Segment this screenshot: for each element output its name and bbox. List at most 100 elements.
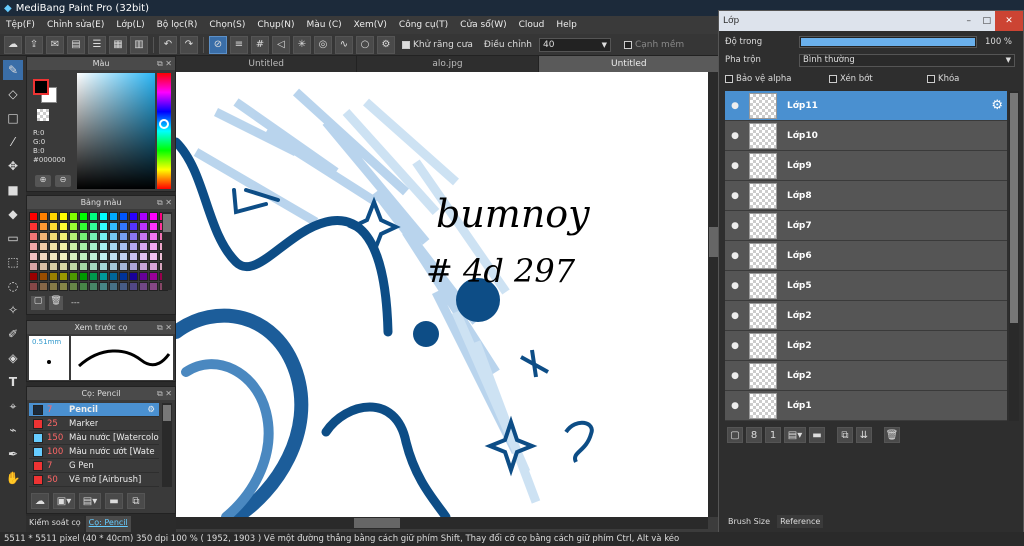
tab-brush-pencil[interactable]: Cọ: Pencil bbox=[85, 516, 131, 532]
lasso-tool-icon[interactable]: ◌ bbox=[3, 276, 23, 296]
palette-swatch[interactable] bbox=[59, 282, 68, 291]
palette-swatch[interactable] bbox=[39, 252, 48, 261]
color-sv-picker[interactable] bbox=[77, 73, 155, 189]
layer-row[interactable]: ● Lớp7 bbox=[725, 211, 1007, 241]
palette-swatch[interactable] bbox=[119, 242, 128, 251]
tab-brush-size[interactable]: Brush Size bbox=[725, 515, 774, 528]
palette-swatch[interactable] bbox=[149, 282, 158, 291]
palette-swatch[interactable] bbox=[99, 282, 108, 291]
tab-reference[interactable]: Reference bbox=[777, 515, 824, 528]
palette-swatch[interactable] bbox=[109, 242, 118, 251]
palette-swatch[interactable] bbox=[149, 272, 158, 281]
palette-swatch[interactable] bbox=[59, 262, 68, 271]
move-tool-icon[interactable]: ✥ bbox=[3, 156, 23, 176]
menu-color[interactable]: Màu (C) bbox=[307, 20, 342, 30]
palette-swatch[interactable] bbox=[129, 212, 138, 221]
eraser-tool-icon[interactable]: ◇ bbox=[3, 84, 23, 104]
text-tool-icon[interactable]: T bbox=[3, 372, 23, 392]
dot-tool-icon[interactable]: ⁄ bbox=[3, 132, 23, 152]
palette-swatch[interactable] bbox=[139, 232, 148, 241]
layer-row[interactable]: ● Lớp1 bbox=[725, 391, 1007, 421]
palette-swatch[interactable] bbox=[99, 222, 108, 231]
new-8bit-layer-icon[interactable]: 8 bbox=[746, 427, 762, 443]
menu-tools[interactable]: Công cụ(T) bbox=[399, 20, 448, 30]
palette-swatch[interactable] bbox=[129, 272, 138, 281]
undo-icon[interactable]: ↶ bbox=[159, 35, 177, 54]
palette-swatch[interactable] bbox=[79, 262, 88, 271]
palette-swatch[interactable] bbox=[89, 232, 98, 241]
palette-swatch[interactable] bbox=[39, 232, 48, 241]
gradient-tool-icon[interactable]: ▭ bbox=[3, 228, 23, 248]
panel-close-icon[interactable]: ⧉ ✕ bbox=[157, 387, 172, 400]
palette-swatch[interactable] bbox=[59, 252, 68, 261]
palette-swatch[interactable] bbox=[139, 262, 148, 271]
palette-swatch[interactable] bbox=[109, 232, 118, 241]
palette-swatch[interactable] bbox=[59, 232, 68, 241]
palette-swatch[interactable] bbox=[49, 222, 58, 231]
palette-swatch[interactable] bbox=[69, 232, 78, 241]
palette-swatch[interactable] bbox=[59, 222, 68, 231]
window-maximize-icon[interactable]: □ bbox=[982, 11, 991, 31]
delete-layer-icon[interactable]: 🗑 bbox=[884, 427, 900, 443]
list-icon[interactable]: ☰ bbox=[88, 35, 106, 54]
palette-swatch[interactable] bbox=[129, 222, 138, 231]
visibility-eye-icon[interactable]: ● bbox=[725, 251, 745, 261]
visibility-eye-icon[interactable]: ● bbox=[725, 401, 745, 411]
palette-swatch[interactable] bbox=[119, 232, 128, 241]
snap-curve-icon[interactable]: ∿ bbox=[335, 35, 353, 54]
gear-icon[interactable]: ⚙ bbox=[147, 405, 155, 415]
visibility-eye-icon[interactable]: ● bbox=[725, 131, 745, 141]
palette-swatch[interactable] bbox=[69, 272, 78, 281]
palette-swatch[interactable] bbox=[149, 222, 158, 231]
brush-item[interactable]: 50 Vẽ mờ [Airbrush] bbox=[29, 473, 159, 487]
gear-icon[interactable]: ⚙ bbox=[991, 98, 1003, 113]
panel-close-icon[interactable]: ⧉ ✕ bbox=[157, 57, 172, 70]
palette-swatch[interactable] bbox=[129, 262, 138, 271]
share-icon[interactable]: ⇪ bbox=[25, 35, 43, 54]
layer-row[interactable]: ● Lớp10 bbox=[725, 121, 1007, 151]
fill-rect-tool-icon[interactable]: ■ bbox=[3, 180, 23, 200]
snap-grid-icon[interactable]: # bbox=[251, 35, 269, 54]
palette-swatch[interactable] bbox=[79, 222, 88, 231]
palette-swatch[interactable] bbox=[39, 212, 48, 221]
new-layer-icon[interactable]: ▢ bbox=[727, 427, 743, 443]
panel-close-icon[interactable]: ⧉ ✕ bbox=[157, 321, 172, 334]
palette-swatch[interactable] bbox=[69, 262, 78, 271]
palette-swatch[interactable] bbox=[119, 282, 128, 291]
palette-swatch[interactable] bbox=[149, 242, 158, 251]
menu-filter[interactable]: Bộ lọc(R) bbox=[157, 20, 198, 30]
palette-swatch[interactable] bbox=[149, 212, 158, 221]
palette-swatch[interactable] bbox=[99, 242, 108, 251]
palette-swatch[interactable] bbox=[49, 282, 58, 291]
palette-swatch[interactable] bbox=[89, 222, 98, 231]
snap-radial-icon[interactable]: ✳ bbox=[293, 35, 311, 54]
brush-list-scrollbar[interactable] bbox=[162, 403, 172, 487]
palette-swatch[interactable] bbox=[39, 262, 48, 271]
palette-swatch[interactable] bbox=[149, 232, 158, 241]
window-minimize-icon[interactable]: – bbox=[967, 11, 972, 31]
palette-swatch[interactable] bbox=[39, 242, 48, 251]
layer-row[interactable]: ● Lớp2 bbox=[725, 301, 1007, 331]
layer-row[interactable]: ● Lớp6 bbox=[725, 241, 1007, 271]
palette-swatch[interactable] bbox=[49, 272, 58, 281]
palette-swatch[interactable] bbox=[29, 262, 38, 271]
new-halftone-layer-icon[interactable]: ▤▾ bbox=[784, 427, 806, 443]
layer-row[interactable]: ● Lớp11 ⚙ bbox=[725, 91, 1007, 121]
palette-swatch[interactable] bbox=[89, 242, 98, 251]
palette-swatch[interactable] bbox=[99, 252, 108, 261]
menu-select[interactable]: Chọn(S) bbox=[209, 20, 245, 30]
menu-help[interactable]: Help bbox=[556, 20, 577, 30]
palette-swatch[interactable] bbox=[149, 262, 158, 271]
bucket-tool-icon[interactable]: ◆ bbox=[3, 204, 23, 224]
palette-swatch[interactable] bbox=[129, 242, 138, 251]
palette-swatch[interactable] bbox=[139, 242, 148, 251]
palette-new-icon[interactable]: ▢ bbox=[31, 296, 45, 310]
palette-swatch[interactable] bbox=[79, 232, 88, 241]
tab-brush-control[interactable]: Kiểm soát cọ bbox=[26, 516, 84, 532]
color-hue-slider[interactable] bbox=[157, 73, 171, 189]
canvas-horizontal-scrollbar[interactable] bbox=[176, 517, 708, 529]
palette-swatch[interactable] bbox=[99, 232, 108, 241]
clip-checkbox[interactable]: Xén bớt bbox=[829, 74, 913, 84]
layer-row[interactable]: ● Lớp2 bbox=[725, 361, 1007, 391]
visibility-eye-icon[interactable]: ● bbox=[725, 191, 745, 201]
